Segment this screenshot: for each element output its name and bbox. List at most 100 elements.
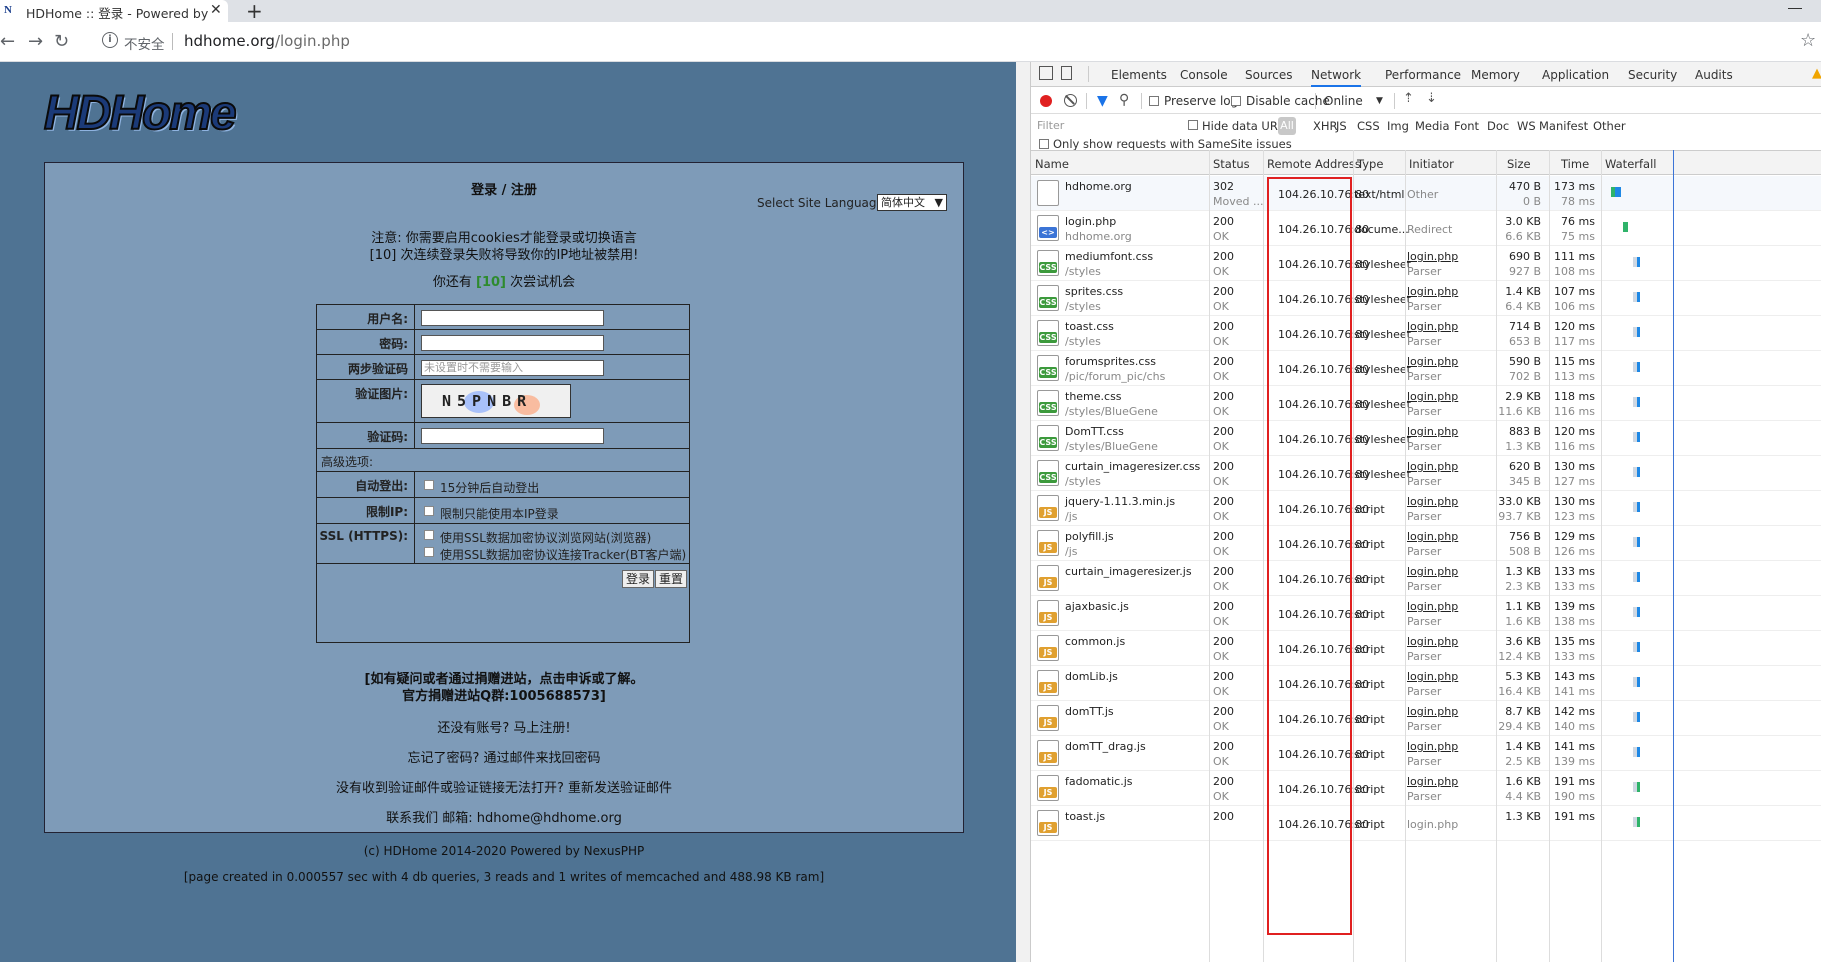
iplock-checkbox[interactable] — [424, 506, 434, 516]
request-initiator[interactable]: login.php — [1407, 705, 1458, 718]
ssl-tracker-checkbox[interactable] — [424, 547, 434, 557]
forgot-password-link[interactable]: 忘记了密码? 通过邮件来找回密码 — [45, 747, 963, 766]
request-initiator[interactable]: login.php — [1407, 600, 1458, 613]
tab-network[interactable]: Network — [1311, 68, 1362, 87]
filter-icon[interactable]: ▼ — [1097, 93, 1108, 109]
tab-memory[interactable]: Memory — [1471, 68, 1520, 82]
request-initiator[interactable]: login.php — [1407, 460, 1458, 473]
tab-console[interactable]: Console — [1180, 68, 1228, 82]
type-filter-doc[interactable]: Doc — [1487, 119, 1509, 133]
column-header[interactable]: Name — [1035, 157, 1069, 171]
table-row[interactable]: JS domLib.js 200 OK 104.26.10.76:80 script log… — [1031, 666, 1821, 701]
hide-data-urls-checkbox[interactable] — [1188, 120, 1198, 130]
bookmark-star-icon[interactable]: ☆ — [1800, 30, 1816, 51]
request-initiator[interactable]: login.php — [1407, 670, 1458, 683]
request-initiator[interactable]: login.php — [1407, 530, 1458, 543]
back-arrow-icon[interactable]: ← — [0, 31, 15, 52]
table-row[interactable]: CSS forumsprites.css/pic/forum_pic/chs 200… — [1031, 351, 1821, 386]
close-tab-icon[interactable]: ✕ — [210, 2, 222, 18]
captcha-code-input[interactable] — [421, 428, 604, 444]
request-initiator[interactable]: login.php — [1407, 355, 1458, 368]
preserve-log-checkbox[interactable] — [1149, 96, 1159, 106]
table-row[interactable]: CSS sprites.css/styles 200 OK 104.26.10.76:8… — [1031, 281, 1821, 316]
type-filter-xhr[interactable]: XHR — [1313, 119, 1338, 133]
tab-security[interactable]: Security — [1628, 68, 1677, 82]
table-row[interactable]: JS domTT.js 200 OK 104.26.10.76:80 script logi… — [1031, 701, 1821, 736]
type-filter-font[interactable]: Font — [1454, 119, 1479, 133]
column-header[interactable]: Waterfall — [1605, 157, 1656, 171]
table-row[interactable]: CSS DomTT.css/styles/BlueGene 200 OK 104.26.… — [1031, 421, 1821, 456]
request-initiator[interactable]: login.php — [1407, 320, 1458, 333]
register-link[interactable]: 还没有账号? 马上注册! — [45, 717, 963, 736]
tab-application[interactable]: Application — [1542, 68, 1609, 82]
table-row[interactable]: JS fadomatic.js 200 OK 104.26.10.76:80 script… — [1031, 771, 1821, 806]
password-input[interactable] — [421, 335, 604, 351]
table-row[interactable]: CSS curtain_imageresizer.css/styles 200 OK 1… — [1031, 456, 1821, 491]
ssl-browser-checkbox[interactable] — [424, 530, 434, 540]
browser-tab[interactable]: N HDHome :: 登录 - Powered by ✕ — [0, 0, 228, 22]
request-initiator[interactable]: login.php — [1407, 635, 1458, 648]
table-row[interactable]: hdhome.org 302 Moved ... 104.26.10.76:80 tex… — [1031, 176, 1821, 211]
reset-button[interactable]: 重置 — [655, 570, 688, 588]
table-row[interactable]: <> login.php hdhome.org 200 OK 104.26.10.76:8… — [1031, 211, 1821, 246]
type-filter-manifest[interactable]: Manifest — [1539, 119, 1588, 133]
device-toolbar-icon[interactable] — [1061, 66, 1072, 80]
autologout-checkbox[interactable] — [424, 480, 434, 490]
table-row[interactable]: JS jquery-1.11.3.min.js/js 200 OK 104.26.10.… — [1031, 491, 1821, 526]
request-initiator[interactable]: login.php — [1407, 495, 1458, 508]
info-icon[interactable]: i — [102, 32, 118, 48]
table-row[interactable]: CSS toast.css/styles 200 OK 104.26.10.76:80 s… — [1031, 316, 1821, 351]
type-filter-media[interactable]: Media — [1415, 119, 1450, 133]
column-header[interactable]: Status — [1213, 157, 1250, 171]
record-icon[interactable] — [1040, 95, 1052, 107]
table-row[interactable]: JS curtain_imageresizer.js 200 OK 104.26.10.… — [1031, 561, 1821, 596]
samesite-checkbox[interactable] — [1039, 139, 1049, 149]
column-header[interactable]: Remote Address — [1267, 157, 1361, 171]
chevron-down-icon[interactable]: ▼ — [1376, 96, 1383, 106]
tab-sources[interactable]: Sources — [1245, 68, 1292, 82]
column-header[interactable]: Time — [1561, 157, 1589, 171]
language-select[interactable]: 简体中文 ▼ — [877, 194, 947, 211]
request-initiator[interactable]: login.php — [1407, 250, 1458, 263]
table-row[interactable]: CSS mediumfont.css/styles 200 OK 104.26.10.7… — [1031, 246, 1821, 281]
request-initiator[interactable]: login.php — [1407, 285, 1458, 298]
security-indicator[interactable]: 不安全 — [124, 33, 165, 53]
search-icon[interactable]: ⚲ — [1119, 92, 1129, 108]
forward-arrow-icon[interactable]: → — [28, 31, 43, 52]
table-row[interactable]: JS common.js 200 OK 104.26.10.76:80 script log… — [1031, 631, 1821, 666]
table-row[interactable]: CSS theme.css/styles/BlueGene 200 OK 104.26.… — [1031, 386, 1821, 421]
table-row[interactable]: JS polyfill.js/js 200 OK 104.26.10.76:80 scri… — [1031, 526, 1821, 561]
username-input[interactable] — [421, 310, 604, 326]
type-filter-css[interactable]: CSS — [1357, 119, 1380, 133]
export-har-icon[interactable]: ⇣ — [1426, 91, 1437, 106]
table-row[interactable]: JS domTT_drag.js 200 OK 104.26.10.76:80 scrip… — [1031, 736, 1821, 771]
clear-icon[interactable] — [1064, 94, 1077, 107]
resend-email-link[interactable]: 没有收到验证邮件或验证链接无法打开? 重新发送验证邮件 — [45, 777, 963, 796]
request-initiator[interactable]: login.php — [1407, 775, 1458, 788]
request-initiator[interactable]: login.php — [1407, 565, 1458, 578]
filter-input[interactable]: Filter — [1035, 117, 1175, 135]
warning-icon[interactable]: ▲ — [1812, 66, 1821, 81]
table-row[interactable]: JS ajaxbasic.js 200 OK 104.26.10.76:80 script… — [1031, 596, 1821, 631]
request-initiator[interactable]: login.php — [1407, 740, 1458, 753]
throttle-select[interactable]: Online — [1324, 94, 1363, 108]
tab-audits[interactable]: Audits — [1695, 68, 1733, 82]
url-input[interactable]: hdhome.org/login.php — [184, 32, 350, 50]
login-button[interactable]: 登录 — [622, 570, 655, 588]
request-initiator[interactable]: login.php — [1407, 425, 1458, 438]
tab-elements[interactable]: Elements — [1111, 68, 1167, 82]
inspect-element-icon[interactable] — [1039, 66, 1053, 80]
type-filter-img[interactable]: Img — [1387, 119, 1409, 133]
contact-email[interactable]: 联系我们 邮箱: hdhome@hdhome.org — [45, 807, 963, 826]
column-header[interactable]: Size — [1507, 157, 1531, 171]
twofa-input[interactable]: 未设置时不需要输入 — [421, 360, 604, 376]
disable-cache-checkbox[interactable] — [1231, 96, 1241, 106]
table-row[interactable]: JS toast.js 200 104.26.10.76:80 script login.… — [1031, 806, 1821, 841]
reload-icon[interactable]: ↻ — [54, 31, 69, 52]
request-initiator[interactable]: login.php — [1407, 390, 1458, 403]
column-header[interactable]: Initiator — [1409, 157, 1454, 171]
type-filter-all[interactable]: All — [1278, 117, 1296, 135]
type-filter-other[interactable]: Other — [1593, 119, 1626, 133]
site-logo[interactable]: HDHome — [43, 86, 238, 141]
type-filter-js[interactable]: JS — [1336, 119, 1347, 133]
